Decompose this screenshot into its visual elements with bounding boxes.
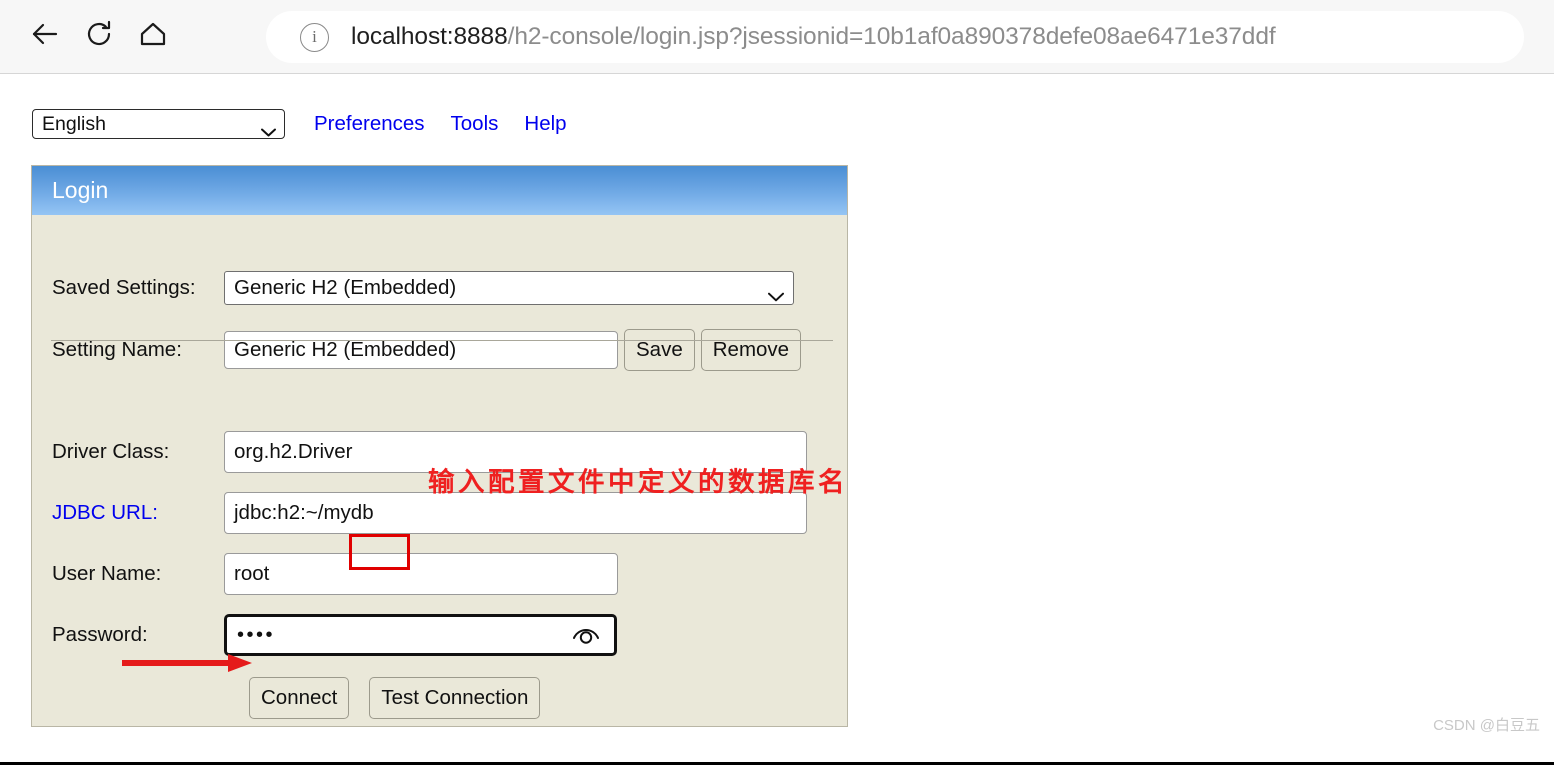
nav-link-preferences[interactable]: Preferences bbox=[314, 112, 425, 136]
reload-icon bbox=[82, 17, 116, 56]
driver-class-value: org.h2.Driver bbox=[234, 440, 353, 463]
row-setting-name: Setting Name: Generic H2 (Embedded) Save… bbox=[32, 329, 802, 371]
password-value: •••• bbox=[237, 624, 276, 646]
password-input[interactable]: •••• bbox=[224, 614, 617, 656]
row-user-name: User Name: root bbox=[32, 553, 618, 595]
reload-button[interactable] bbox=[72, 10, 126, 64]
jdbc-url-value: jdbc:h2:~/mydb bbox=[234, 501, 374, 524]
login-panel: Login Saved Settings: Generic H2 (Embedd… bbox=[31, 165, 848, 727]
nav-link-tools[interactable]: Tools bbox=[451, 112, 499, 136]
url-host: localhost:8888 bbox=[351, 23, 508, 50]
language-select-value: English bbox=[42, 112, 106, 135]
login-panel-header: Login bbox=[32, 166, 847, 215]
eye-icon[interactable] bbox=[570, 622, 602, 649]
chevron-down-icon bbox=[261, 120, 276, 136]
nav-link-help[interactable]: Help bbox=[524, 112, 566, 136]
save-button[interactable]: Save bbox=[624, 329, 695, 371]
form-divider bbox=[51, 340, 833, 341]
h2-console-page: English Preferences Tools Help Login Sav… bbox=[0, 75, 1554, 743]
address-bar-url: localhost:8888/h2-console/login.jsp?jses… bbox=[351, 23, 1276, 51]
watermark: CSDN @白豆五 bbox=[1433, 717, 1540, 734]
console-toolbar: English Preferences Tools Help bbox=[32, 109, 567, 139]
chevron-down-icon bbox=[768, 284, 784, 301]
driver-class-label: Driver Class: bbox=[52, 440, 170, 463]
setting-name-value: Generic H2 (Embedded) bbox=[234, 338, 457, 361]
back-button[interactable] bbox=[18, 10, 72, 64]
remove-button[interactable]: Remove bbox=[700, 329, 802, 371]
page-title: Login bbox=[52, 177, 109, 203]
language-select[interactable]: English bbox=[32, 109, 285, 139]
user-name-input[interactable]: root bbox=[224, 553, 618, 595]
row-saved-settings: Saved Settings: Generic H2 (Embedded) bbox=[32, 271, 794, 305]
home-icon bbox=[136, 17, 170, 56]
password-label: Password: bbox=[52, 623, 148, 646]
url-path: /h2-console/login.jsp?jsessionid=10b1af0… bbox=[507, 23, 1276, 50]
back-arrow-icon bbox=[27, 16, 63, 57]
test-connection-button[interactable]: Test Connection bbox=[369, 677, 541, 719]
row-action-buttons: Connect Test Connection bbox=[249, 677, 541, 719]
user-name-value: root bbox=[234, 562, 270, 585]
annotation-note-text: 输入配置文件中定义的数据库名 bbox=[428, 467, 848, 497]
jdbc-url-label[interactable]: JDBC URL: bbox=[32, 501, 224, 525]
setting-name-label: Setting Name: bbox=[52, 338, 182, 361]
setting-name-input[interactable]: Generic H2 (Embedded) bbox=[224, 331, 618, 369]
saved-settings-value: Generic H2 (Embedded) bbox=[234, 276, 457, 299]
saved-settings-select[interactable]: Generic H2 (Embedded) bbox=[224, 271, 794, 305]
address-bar[interactable]: i localhost:8888/h2-console/login.jsp?js… bbox=[266, 11, 1524, 63]
saved-settings-label: Saved Settings: bbox=[52, 276, 196, 299]
home-button[interactable] bbox=[126, 10, 180, 64]
annotation-arrow bbox=[120, 650, 255, 681]
connect-button[interactable]: Connect bbox=[249, 677, 350, 719]
user-name-label: User Name: bbox=[52, 562, 162, 585]
info-circle-icon[interactable]: i bbox=[300, 22, 329, 52]
browser-toolbar: i localhost:8888/h2-console/login.jsp?js… bbox=[0, 0, 1554, 74]
